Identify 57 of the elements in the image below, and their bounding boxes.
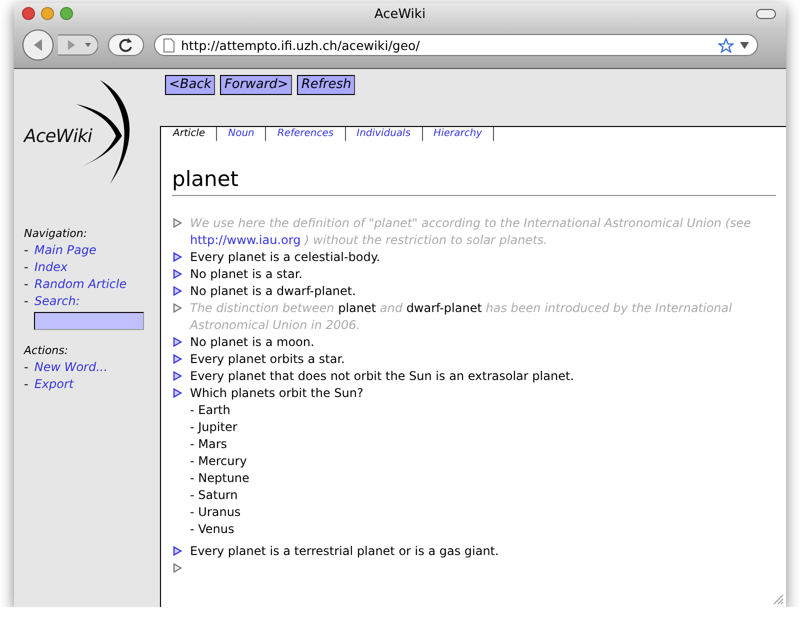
section-heading: Actions: bbox=[24, 344, 70, 357]
article-title: planet bbox=[172, 167, 776, 196]
toolbar-toggle-icon[interactable] bbox=[756, 9, 776, 19]
comment-text: We use here the definition of "planet" according to the International Astronomical Union (see http://www.iau.org ) without the restriction to solar planets. bbox=[190, 215, 752, 249]
answer-item: - Mercury bbox=[190, 453, 248, 470]
sentence: No planet is a moon. bbox=[190, 334, 314, 351]
answer-item: - Saturn bbox=[190, 487, 239, 504]
tab[interactable]: Noun bbox=[217, 127, 266, 141]
sidebar-link[interactable]: Export bbox=[34, 376, 74, 393]
page-icon bbox=[163, 38, 175, 52]
bullet-dash: - bbox=[24, 376, 28, 393]
resize-grip-icon[interactable] bbox=[773, 594, 784, 605]
zoom-icon[interactable] bbox=[60, 7, 73, 20]
forward-icon[interactable] bbox=[58, 34, 98, 56]
star-icon[interactable] bbox=[718, 38, 734, 52]
answer-item: - Jupiter bbox=[190, 419, 238, 436]
triangle-icon[interactable] bbox=[173, 218, 182, 228]
tab[interactable]: Article bbox=[172, 127, 218, 141]
question: Which planets orbit the Sun? bbox=[190, 385, 364, 402]
answer-item: - Venus bbox=[190, 521, 236, 538]
close-icon[interactable] bbox=[22, 7, 35, 20]
reload-icon[interactable] bbox=[108, 34, 144, 56]
sentence: Every planet orbits a star. bbox=[190, 351, 345, 368]
address-field[interactable]: http://attempto.ifi.uzh.ch/acewiki/geo/ bbox=[154, 34, 758, 56]
tab[interactable]: References bbox=[266, 127, 346, 141]
nav-button[interactable]: Forward> bbox=[220, 75, 292, 95]
nav-button[interactable]: Refresh bbox=[297, 75, 356, 95]
sentence: No planet is a dwarf-planet. bbox=[190, 283, 356, 300]
minimize-icon[interactable] bbox=[41, 7, 54, 20]
sidebar-link[interactable]: New Word... bbox=[34, 359, 108, 376]
answer-item: - Mars bbox=[190, 436, 228, 453]
sentence: Every planet is a celestial-body. bbox=[190, 249, 380, 266]
bullet-dash: - bbox=[24, 242, 28, 259]
bullet-dash: - bbox=[24, 259, 28, 276]
sidebar-link[interactable]: Index bbox=[34, 259, 68, 276]
answer-item: - Neptune bbox=[190, 470, 250, 487]
tab[interactable]: Hierarchy bbox=[422, 127, 494, 141]
sentence: No planet is a star. bbox=[190, 266, 302, 283]
section-heading: Navigation: bbox=[24, 227, 88, 240]
sentence: Every planet is a terrestrial planet or is a gas giant. bbox=[190, 543, 499, 560]
sidebar-link[interactable]: Main Page bbox=[34, 242, 96, 259]
bullet-dash: - bbox=[24, 359, 28, 376]
comment-text: The distinction between planet and dwarf-planet has been introduced by the International Astronomical Union in 2006. bbox=[190, 300, 733, 334]
bullet-dash: - bbox=[24, 276, 28, 293]
answer-item: - Uranus bbox=[190, 504, 242, 521]
logo-text: AceWiki bbox=[24, 126, 92, 147]
bullet-dash: - bbox=[24, 293, 28, 310]
search-field[interactable] bbox=[34, 312, 144, 330]
nav-button[interactable]: <Back bbox=[165, 75, 216, 95]
link[interactable]: http://www.iau.org bbox=[190, 233, 301, 247]
sidebar-link[interactable]: Random Article bbox=[34, 276, 127, 293]
window-title: AceWiki bbox=[374, 6, 426, 22]
dropdown-caret-icon[interactable] bbox=[740, 42, 749, 48]
sidebar-link[interactable]: Search: bbox=[34, 293, 80, 310]
tab[interactable]: Individuals bbox=[346, 127, 423, 141]
sentence: Every planet that does not orbit the Sun is an extrasolar planet. bbox=[190, 368, 574, 385]
answer-item: - Earth bbox=[190, 402, 232, 419]
